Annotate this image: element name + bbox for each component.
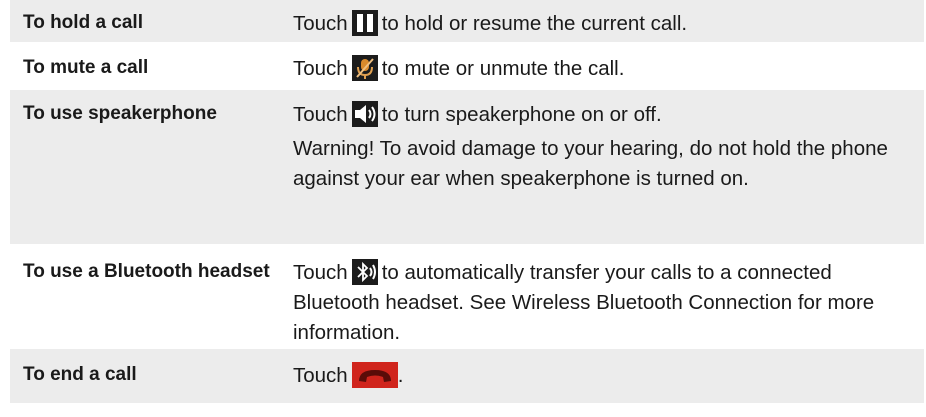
row-label-hold: To hold a call — [23, 12, 143, 33]
pause-icon — [351, 9, 378, 36]
bluetooth-icon — [351, 258, 378, 285]
speakerphone-warning: Warning! To avoid damage to your hearing… — [293, 137, 888, 190]
row-description-bluetooth: Touch to automatically transfer your cal… — [281, 258, 924, 347]
row-label-mute: To mute a call — [23, 57, 149, 78]
row-description-mute: Touch to mute or unmute the call. — [281, 54, 924, 88]
row-label-end-call: To end a call — [23, 364, 137, 385]
table-row-mute: To mute a call Touch to mute or unmute t… — [10, 44, 924, 90]
table-row-hold: To hold a call Touch to hold or resume t… — [10, 0, 924, 44]
call-options-table: To hold a call Touch to hold or resume t… — [10, 0, 924, 405]
table-row-speakerphone: To use speakerphone Touch to turn speake… — [10, 90, 924, 246]
microphone-mute-icon — [351, 54, 378, 81]
table-row-bluetooth: To use a Bluetooth headset Touch to auto… — [10, 246, 924, 349]
row-description-end-call: Touch . — [281, 361, 924, 403]
row-label-bluetooth: To use a Bluetooth headset — [23, 261, 270, 282]
row-description-hold: Touch to hold or resume the current call… — [281, 9, 924, 42]
row-description-speakerphone: Touch to turn speakerphone on or off. Wa… — [281, 100, 924, 244]
speaker-icon — [351, 100, 378, 127]
end-call-icon — [351, 361, 398, 388]
row-label-speakerphone: To use speakerphone — [23, 103, 217, 124]
table-row-end-call: To end a call Touch . — [10, 349, 924, 405]
